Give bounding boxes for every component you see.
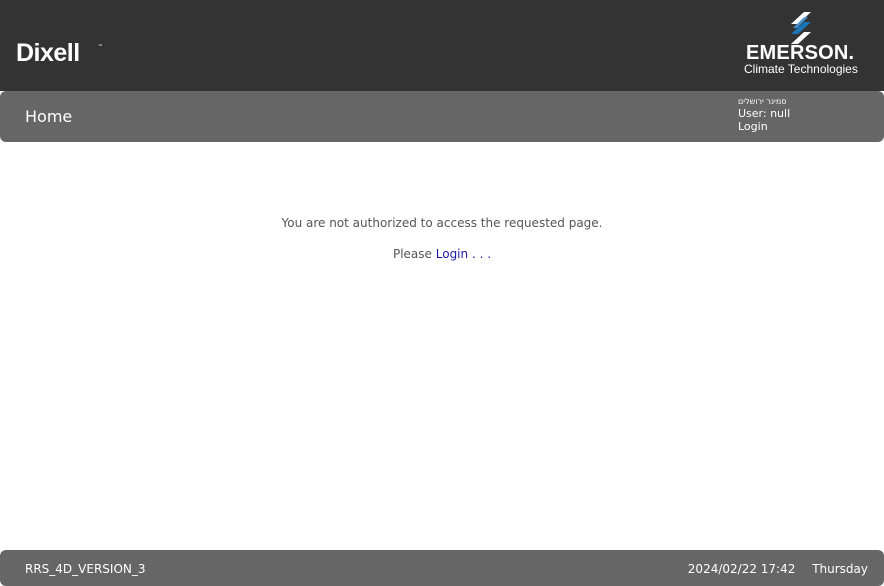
content-login-link[interactable]: Login . . .: [436, 247, 491, 261]
version-label: RRS_4D_VERSION_3: [25, 562, 146, 576]
emerson-logo-name: EMERSON.: [746, 42, 855, 64]
site-name: סמינר ירושלים: [738, 97, 787, 106]
user-status: User: null: [738, 107, 791, 120]
emerson-logo-subtitle: Climate Technologies: [744, 62, 858, 76]
emerson-logo-icon: [791, 12, 811, 44]
main-content: You are not authorized to access the req…: [0, 142, 884, 550]
unauthorized-message: You are not authorized to access the req…: [281, 216, 603, 230]
please-text: Please: [392, 247, 432, 261]
dixell-logo: Dixell: [16, 39, 80, 67]
page: Dixell ™ EMERSON. Climate Technologies H…: [0, 0, 884, 586]
page-title: Home: [25, 107, 73, 126]
header-login-link[interactable]: Login: [738, 120, 790, 133]
date-time-display: 2024/02/22 17:42 Thursday: [688, 562, 868, 576]
date-time: 2024/02/22 17:42: [687, 562, 796, 576]
footer-bar: RRS_4D_VERSION_3 2024/02/22 17:42 Thursd…: [0, 550, 884, 586]
navigation-bar: Home סמינר ירושלים User: null Login: [0, 91, 884, 142]
dixell-trademark: ™: [98, 43, 102, 48]
user-panel: סמינר ירושלים User: null Login: [738, 96, 790, 133]
top-header: Dixell ™ EMERSON. Climate Technologies: [0, 0, 884, 91]
weekday: Thursday: [812, 562, 868, 576]
emerson-logo: EMERSON. Climate Technologies: [744, 10, 866, 80]
login-prompt: Please Login . . .: [0, 246, 884, 262]
